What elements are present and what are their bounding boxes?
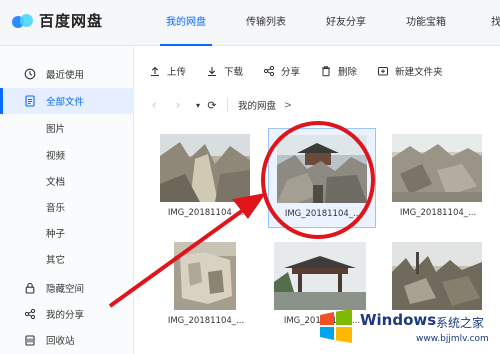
delete-button[interactable]: 删除 xyxy=(320,64,357,78)
share-label: 分享 xyxy=(281,67,301,78)
sidebar-item-all-files[interactable]: 全部文件 xyxy=(0,88,134,114)
watermark-url: www.bjjmlv.com xyxy=(416,334,489,344)
new-folder-icon xyxy=(377,65,389,77)
download-button[interactable]: 下载 xyxy=(206,64,243,78)
file-thumbnail xyxy=(160,134,250,202)
clock-icon xyxy=(24,68,36,80)
file-thumbnail xyxy=(174,242,236,310)
trash-icon xyxy=(24,334,36,346)
file-name: IMG_20181104_... xyxy=(167,208,245,218)
file-item[interactable]: IMG_20181104_... xyxy=(384,128,492,228)
sidebar-item-other[interactable]: 其它 xyxy=(0,246,134,272)
file-thumbnail xyxy=(392,242,482,310)
app-header: 百度网盘 我的网盘 传输列表 好友分享 功能宝箱 找资源 xyxy=(0,0,500,46)
tab-transfer-list[interactable]: 传输列表 xyxy=(226,0,306,46)
file-item[interactable]: IMG_20181104_... xyxy=(152,128,260,228)
watermark: Windows 系统之家 www.bjjmlv.com xyxy=(308,303,500,354)
download-icon xyxy=(206,65,218,77)
tab-toolbox[interactable]: 功能宝箱 xyxy=(386,0,466,46)
cloud-logo-icon xyxy=(12,12,34,30)
new-folder-button[interactable]: 新建文件夹 xyxy=(377,64,443,78)
refresh-icon[interactable]: ⟳ xyxy=(205,99,219,112)
sidebar-item-my-shares[interactable]: 我的分享 xyxy=(0,301,134,327)
sidebar-item-hidden-space[interactable]: 隐藏空间 xyxy=(0,275,134,301)
tab-my-drive[interactable]: 我的网盘 xyxy=(146,0,226,46)
top-nav: 我的网盘 传输列表 好友分享 功能宝箱 找资源 xyxy=(146,0,500,46)
trash-icon xyxy=(320,65,332,77)
breadcrumb-separator: > xyxy=(284,99,292,111)
app-name: 百度网盘 xyxy=(39,12,104,30)
sidebar-item-videos[interactable]: 视频 xyxy=(0,142,134,168)
address-divider xyxy=(227,98,228,112)
share-icon xyxy=(263,65,275,77)
new-folder-label: 新建文件夹 xyxy=(395,67,443,78)
lock-icon xyxy=(24,282,36,294)
upload-button[interactable]: 上传 xyxy=(149,64,186,78)
sidebar-item-recycle-bin[interactable]: 回收站 xyxy=(0,327,134,353)
file-item[interactable]: IMG_20181104_... xyxy=(152,236,260,336)
windows-logo-icon xyxy=(320,309,352,343)
file-item-selected[interactable]: IMG_20181104_... xyxy=(268,128,376,228)
sidebar-item-images[interactable]: 图片 xyxy=(0,115,134,141)
sidebar-item-recent[interactable]: 最近使用 xyxy=(0,61,134,87)
app-logo[interactable]: 百度网盘 xyxy=(12,10,103,31)
sidebar-item-torrents[interactable]: 种子 xyxy=(0,220,134,246)
sidebar-item-label: 隐藏空间 xyxy=(46,284,85,295)
file-name: IMG_20181104_... xyxy=(167,316,245,326)
sidebar-item-documents[interactable]: 文档 xyxy=(0,168,134,194)
toolbar: 上传 下载 分享 删除 新建文件夹 xyxy=(135,58,500,84)
file-name: IMG_20181104_... xyxy=(284,209,362,219)
sidebar-item-label: 回收站 xyxy=(46,336,75,347)
document-icon xyxy=(24,95,36,107)
upload-icon xyxy=(149,65,161,77)
watermark-tagline: 系统之家 xyxy=(436,316,485,330)
sidebar-item-music[interactable]: 音乐 xyxy=(0,194,134,220)
share-button[interactable]: 分享 xyxy=(263,64,300,78)
tab-find-resources[interactable]: 找资源 xyxy=(466,0,500,46)
upload-label: 上传 xyxy=(167,67,187,78)
file-thumbnail xyxy=(392,134,482,202)
history-dropdown-icon[interactable]: ▾ xyxy=(191,101,205,110)
breadcrumb-my-drive[interactable]: 我的网盘 xyxy=(238,98,276,112)
share-icon xyxy=(24,308,36,320)
file-name: IMG_20181104_... xyxy=(399,208,477,218)
back-arrow-icon[interactable]: ‹ xyxy=(147,98,161,112)
file-thumbnail xyxy=(277,135,367,203)
watermark-brand: Windows xyxy=(360,311,437,329)
delete-label: 删除 xyxy=(338,67,358,78)
address-bar: ‹ › ▾ ⟳ 我的网盘 > xyxy=(135,94,500,116)
tab-friend-share[interactable]: 好友分享 xyxy=(306,0,386,46)
forward-arrow-icon[interactable]: › xyxy=(171,98,185,112)
sidebar-item-label: 最近使用 xyxy=(46,70,85,81)
download-label: 下载 xyxy=(224,67,244,78)
file-thumbnail xyxy=(274,242,366,310)
sidebar-item-label: 全部文件 xyxy=(46,97,85,108)
sidebar: 最近使用 全部文件 图片 视频 文档 音乐 种子 其它 隐藏空间 我的分享 回收… xyxy=(0,47,134,354)
sidebar-item-label: 我的分享 xyxy=(46,310,85,321)
